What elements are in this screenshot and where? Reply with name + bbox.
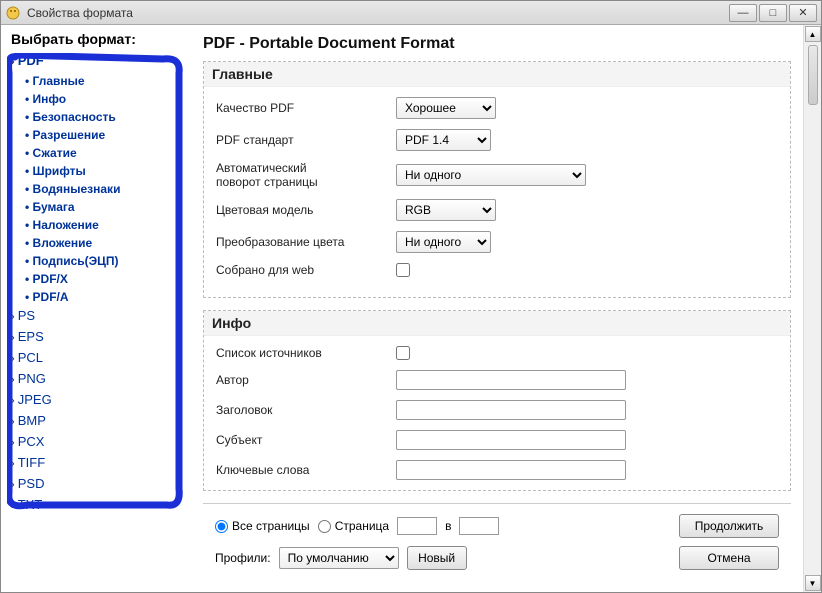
bottom-bar: Все страницы Страница в Продолжить Профи… xyxy=(203,503,791,578)
standard-select[interactable]: PDF 1.4 xyxy=(396,129,491,151)
sidebar-item-pcx[interactable]: PCX xyxy=(11,432,187,453)
profiles-select[interactable]: По умолчанию xyxy=(279,547,399,569)
sidebar-item-bmp[interactable]: BMP xyxy=(11,411,187,432)
sidebar-sub-overlay[interactable]: Наложение xyxy=(25,216,187,234)
colortrans-label: Преобразование цвета xyxy=(216,235,396,249)
heading-input[interactable] xyxy=(396,400,626,420)
in-label: в xyxy=(445,519,451,533)
sidebar-item-psd[interactable]: PSD xyxy=(11,474,187,495)
page-title: PDF - Portable Document Format xyxy=(203,35,791,53)
body-area: Выбрать формат: PDF Главные Инфо Безопас… xyxy=(1,25,821,592)
scrollbar: ▲ ▼ xyxy=(803,25,821,592)
page-label: Страница xyxy=(335,519,389,533)
autorotate-label: Автоматическийповорот страницы xyxy=(216,161,396,189)
sidebar-item-ps[interactable]: PS xyxy=(11,306,187,327)
scroll-down-button[interactable]: ▼ xyxy=(805,575,821,591)
sidebar-sub-watermarks[interactable]: Водяныезнаки xyxy=(25,180,187,198)
colormodel-select[interactable]: RGB xyxy=(396,199,496,221)
sidebar-item-tiff[interactable]: TIFF xyxy=(11,453,187,474)
autorotate-select[interactable]: Ни одного xyxy=(396,164,586,186)
cancel-button[interactable]: Отмена xyxy=(679,546,779,570)
sidebar-sub-signature[interactable]: Подпись(ЭЦП) xyxy=(25,252,187,270)
sidebar-sub-compression[interactable]: Сжатие xyxy=(25,144,187,162)
sidebar-item-eps[interactable]: EPS xyxy=(11,327,187,348)
quality-label: Качество PDF xyxy=(216,101,396,115)
main-panel: Главные Качество PDF Хорошее PDF стандар… xyxy=(203,61,791,298)
page-radio[interactable] xyxy=(318,520,331,533)
window: Свойства формата — □ ✕ Выбрать формат: P… xyxy=(0,0,822,593)
info-panel: Инфо Список источников Автор Заголовок xyxy=(203,310,791,491)
sidebar-item-png[interactable]: PNG xyxy=(11,369,187,390)
quality-select[interactable]: Хорошее xyxy=(396,97,496,119)
webready-label: Собрано для web xyxy=(216,263,396,277)
sidebar-sub-pdfa[interactable]: PDF/A xyxy=(25,288,187,306)
main-panel-title: Главные xyxy=(204,62,790,87)
content-wrap: PDF - Portable Document Format Главные К… xyxy=(191,25,821,592)
app-icon xyxy=(5,5,21,21)
minimize-button[interactable]: — xyxy=(729,4,757,22)
colortrans-select[interactable]: Ни одного xyxy=(396,231,491,253)
maximize-button[interactable]: □ xyxy=(759,4,787,22)
sidebar-item-pdf[interactable]: PDF xyxy=(11,51,187,72)
page-to-input[interactable] xyxy=(459,517,499,535)
close-button[interactable]: ✕ xyxy=(789,4,817,22)
sidebar-sub-info[interactable]: Инфо xyxy=(25,90,187,108)
subject-input[interactable] xyxy=(396,430,626,450)
titlebar-text: Свойства формата xyxy=(27,6,729,20)
author-input[interactable] xyxy=(396,370,626,390)
sidebar-item-pcl[interactable]: PCL xyxy=(11,348,187,369)
sources-label: Список источников xyxy=(216,346,396,360)
sidebar-item-jpeg[interactable]: JPEG xyxy=(11,390,187,411)
window-buttons: — □ ✕ xyxy=(729,4,817,22)
colormodel-label: Цветовая модель xyxy=(216,203,396,217)
keywords-label: Ключевые слова xyxy=(216,463,396,477)
info-panel-title: Инфо xyxy=(204,311,790,336)
continue-button[interactable]: Продолжить xyxy=(679,514,779,538)
sidebar-sub-security[interactable]: Безопасность xyxy=(25,108,187,126)
sidebar-sub-pdfx[interactable]: PDF/X xyxy=(25,270,187,288)
profiles-label: Профили: xyxy=(215,551,271,565)
sources-checkbox[interactable] xyxy=(396,346,410,360)
new-button[interactable]: Новый xyxy=(407,546,467,570)
all-pages-radio[interactable] xyxy=(215,520,228,533)
sidebar: Выбрать формат: PDF Главные Инфо Безопас… xyxy=(1,25,191,592)
all-pages-label: Все страницы xyxy=(232,519,310,533)
sidebar-sub-attachment[interactable]: Вложение xyxy=(25,234,187,252)
sidebar-sub-main[interactable]: Главные xyxy=(25,72,187,90)
titlebar: Свойства формата — □ ✕ xyxy=(1,1,821,25)
standard-label: PDF стандарт xyxy=(216,133,396,147)
sidebar-sub-resolution[interactable]: Разрешение xyxy=(25,126,187,144)
heading-label: Заголовок xyxy=(216,403,396,417)
subject-label: Субъект xyxy=(216,433,396,447)
sidebar-sub-fonts[interactable]: Шрифты xyxy=(25,162,187,180)
webready-checkbox[interactable] xyxy=(396,263,410,277)
content: PDF - Portable Document Format Главные К… xyxy=(191,25,803,592)
scroll-up-button[interactable]: ▲ xyxy=(805,26,821,42)
sidebar-sub-paper[interactable]: Бумага xyxy=(25,198,187,216)
page-from-input[interactable] xyxy=(397,517,437,535)
scroll-thumb[interactable] xyxy=(808,45,818,105)
sidebar-item-txt[interactable]: TXT xyxy=(11,495,187,516)
sidebar-title: Выбрать формат: xyxy=(11,31,187,47)
author-label: Автор xyxy=(216,373,396,387)
keywords-input[interactable] xyxy=(396,460,626,480)
